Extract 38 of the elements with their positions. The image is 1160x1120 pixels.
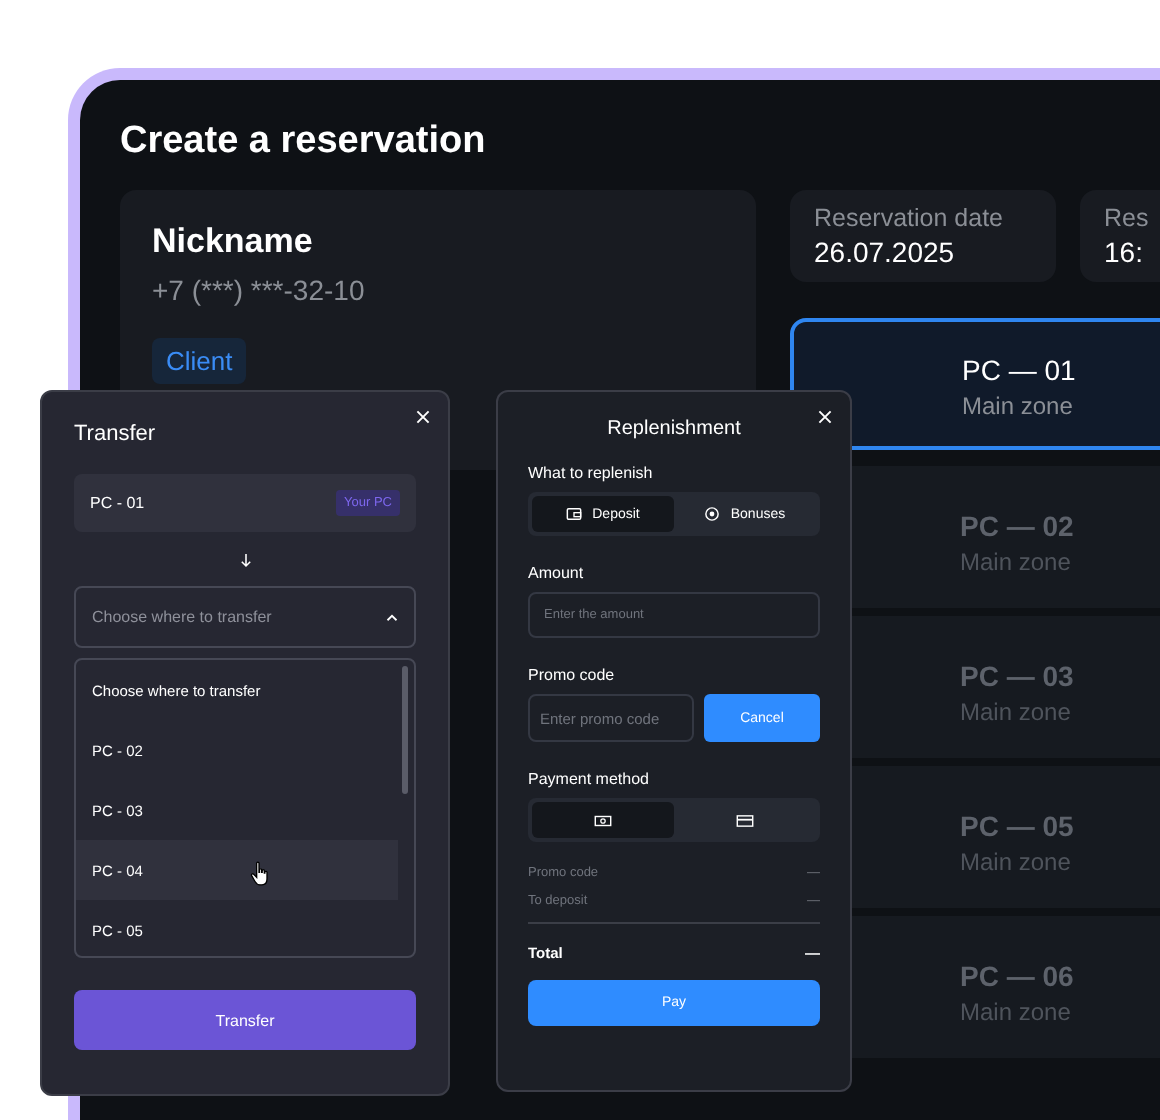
coin-icon <box>704 506 721 522</box>
wallet-icon <box>566 506 583 522</box>
current-pc-name: PC - 01 <box>90 494 145 512</box>
card-icon <box>736 813 754 827</box>
client-name: Nickname <box>152 222 315 262</box>
scrollbar[interactable] <box>402 666 408 794</box>
pc-zone: Main zone <box>960 548 1073 576</box>
field-label: Amount <box>528 564 586 582</box>
pc-name: PC — 02 <box>960 510 1076 542</box>
arrow-down-icon <box>239 552 251 568</box>
info-label: Res <box>1104 204 1151 232</box>
info-value: 26.07.2025 <box>814 236 957 268</box>
dialog-title: Transfer <box>74 422 158 446</box>
client-tag: Client <box>152 338 247 384</box>
field-label: Payment method <box>528 770 651 788</box>
info-label: Reservation date <box>814 204 1006 232</box>
pc-name: PC — 01 <box>962 354 1078 386</box>
pc-zone: Main zone <box>962 392 1075 420</box>
chevron-icon <box>386 613 398 621</box>
transfer-select[interactable]: Choose where to transfer <box>74 586 416 648</box>
pc-card[interactable]: PC — 01 Main zone <box>790 318 1160 450</box>
close-icon[interactable] <box>818 410 832 424</box>
pc-name: PC — 03 <box>960 660 1076 692</box>
cash-icon <box>594 813 612 827</box>
dialog-title: Replenishment <box>605 418 743 440</box>
pc-zone: Main zone <box>960 848 1073 876</box>
field-label: Promo code <box>528 666 617 684</box>
pc-name: PC — 06 <box>960 960 1076 992</box>
page-title: Create a reservation <box>120 120 488 164</box>
hand-cursor-icon <box>250 860 270 888</box>
client-phone: +7 (***) ***-32-10 <box>152 274 367 306</box>
info-value: 16: <box>1104 236 1145 268</box>
close-icon[interactable] <box>416 410 430 424</box>
pc-zone: Main zone <box>960 998 1073 1026</box>
transfer-button[interactable]: Transfer <box>74 990 416 1050</box>
pc-zone: Main zone <box>960 698 1073 726</box>
pc-name: PC — 05 <box>960 810 1076 842</box>
field-label: What to replenish <box>528 464 655 482</box>
